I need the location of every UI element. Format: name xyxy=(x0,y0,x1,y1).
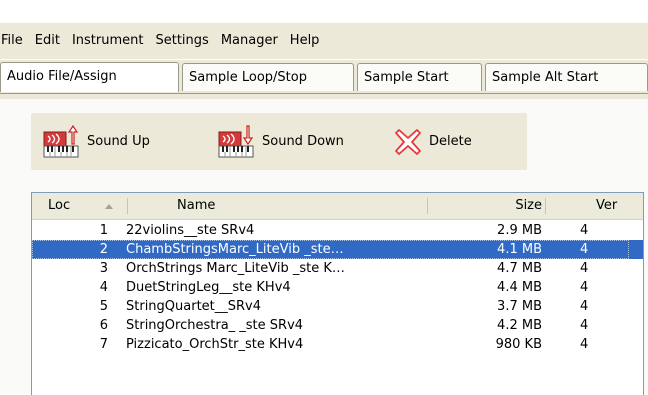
column-header-name[interactable]: Name xyxy=(177,193,215,219)
cell-size: 4.4 MB xyxy=(497,280,542,295)
cell-loc: 6 xyxy=(99,318,108,333)
cell-size: 4.2 MB xyxy=(497,318,542,333)
cell-name: Pizzicato_OrchStr_ste KHv4 xyxy=(126,337,304,352)
cell-name: DuetStringLeg__ste KHv4 xyxy=(126,280,291,295)
delete-label: Delete xyxy=(429,134,472,149)
keyboard-arrow-down-icon xyxy=(218,124,254,157)
cell-ver: 4 xyxy=(580,280,589,295)
menu-manager[interactable]: Manager xyxy=(215,29,284,53)
cell-size: 4.7 MB xyxy=(497,261,542,276)
menu-file[interactable]: File xyxy=(0,29,29,53)
x-icon xyxy=(395,128,421,155)
cell-ver: 4 xyxy=(580,299,589,314)
cell-name: ChambStringsMarc_LiteVib _ste… xyxy=(126,242,344,257)
tab-divider xyxy=(0,93,648,94)
cell-ver: 4 xyxy=(580,318,589,333)
menu-settings[interactable]: Settings xyxy=(149,29,214,53)
table-row[interactable]: 1 22violins__ste SRv4 2.9 MB 4 xyxy=(32,221,643,240)
cell-size: 3.7 MB xyxy=(497,299,542,314)
column-divider[interactable] xyxy=(127,198,128,214)
table-row[interactable]: 7 Pizzicato_OrchStr_ste KHv4 980 KB 4 xyxy=(32,335,643,354)
cell-size: 980 KB xyxy=(495,337,542,352)
tab-sample-alt-start[interactable]: Sample Alt Start xyxy=(485,63,648,91)
sound-up-button[interactable]: Sound Up xyxy=(43,113,150,170)
cell-size: 2.9 MB xyxy=(497,223,542,238)
cell-loc: 2 xyxy=(99,242,108,257)
sound-down-button[interactable]: Sound Down xyxy=(218,113,344,170)
tab-sample-start[interactable]: Sample Start xyxy=(357,63,482,91)
column-divider[interactable] xyxy=(545,198,546,214)
toolbar: Sound Up Sound Down Delete xyxy=(31,113,527,170)
cell-ver: 4 xyxy=(580,223,589,238)
sound-list[interactable]: Loc Name Size Ver 1 22violins__ste SRv4 … xyxy=(31,192,644,395)
menu-help[interactable]: Help xyxy=(284,29,326,53)
tab-audio-file-assign[interactable]: Audio File/Assign xyxy=(0,62,179,92)
delete-button[interactable]: Delete xyxy=(393,113,472,170)
tab-panel: Sound Up Sound Down Delete Loc Name Size… xyxy=(0,99,648,395)
keyboard-arrow-up-icon xyxy=(43,124,79,157)
cell-loc: 1 xyxy=(99,223,108,238)
menu-instrument[interactable]: Instrument xyxy=(66,29,150,53)
cell-ver: 4 xyxy=(580,242,589,257)
cell-name: OrchStrings Marc_LiteVib _ste K… xyxy=(126,261,345,276)
cell-size: 4.1 MB xyxy=(497,242,542,257)
column-header-loc[interactable]: Loc xyxy=(48,193,70,219)
menu-bar: File Edit Instrument Settings Manager He… xyxy=(0,23,648,59)
sound-down-label: Sound Down xyxy=(262,134,344,149)
tab-bar: Audio File/Assign Sample Loop/Stop Sampl… xyxy=(0,59,648,100)
cell-name: StringOrchestra_ _ste SRv4 xyxy=(126,318,304,333)
cell-loc: 4 xyxy=(99,280,108,295)
cell-name: StringQuartet__SRv4 xyxy=(126,299,262,314)
cell-ver: 4 xyxy=(580,337,589,352)
table-row[interactable]: 3 OrchStrings Marc_LiteVib _ste K… 4.7 M… xyxy=(32,259,643,278)
column-header-size[interactable]: Size xyxy=(432,193,542,219)
column-header-ver[interactable]: Ver xyxy=(596,193,617,219)
table-row[interactable]: 4 DuetStringLeg__ste KHv4 4.4 MB 4 xyxy=(32,278,643,297)
table-row-selected[interactable]: 2 ChambStringsMarc_LiteVib _ste… 4.1 MB … xyxy=(32,240,643,259)
sound-up-label: Sound Up xyxy=(87,134,150,149)
column-divider[interactable] xyxy=(427,198,428,214)
tab-sample-loop-stop[interactable]: Sample Loop/Stop xyxy=(182,63,354,91)
sort-ascending-icon xyxy=(104,193,114,219)
cell-loc: 3 xyxy=(99,261,108,276)
cell-ver: 4 xyxy=(580,261,589,276)
table-row[interactable]: 6 StringOrchestra_ _ste SRv4 4.2 MB 4 xyxy=(32,316,643,335)
cell-loc: 7 xyxy=(99,337,108,352)
menu-edit[interactable]: Edit xyxy=(29,29,66,53)
cell-loc: 5 xyxy=(99,299,108,314)
list-header: Loc Name Size Ver xyxy=(32,193,643,220)
cell-name: 22violins__ste SRv4 xyxy=(126,223,255,238)
table-row[interactable]: 5 StringQuartet__SRv4 3.7 MB 4 xyxy=(32,297,643,316)
